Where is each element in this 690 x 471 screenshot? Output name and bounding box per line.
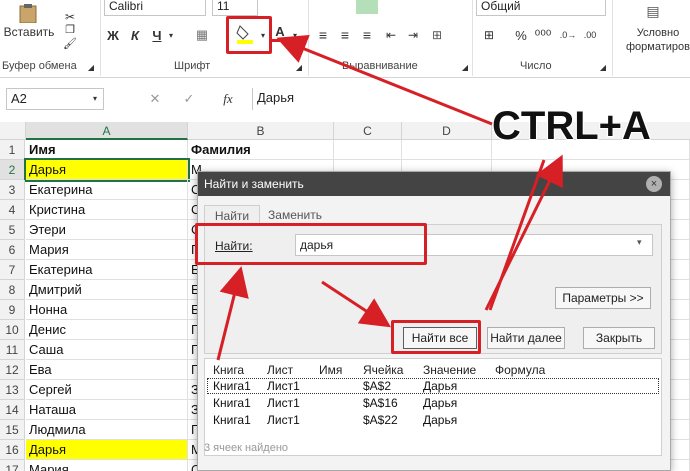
arrow-to-find-field [216, 266, 249, 361]
arrow-from-shortcut [488, 159, 546, 311]
arrow-to-find-all [321, 280, 392, 328]
annotation-arrows [216, 34, 563, 361]
arrow-to-fill-color [276, 34, 493, 126]
shortcut-callout: CTRL+A [492, 104, 651, 148]
